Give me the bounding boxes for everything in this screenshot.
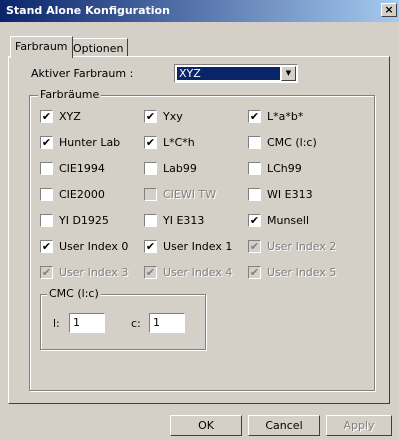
checkbox-box[interactable]: ✔ — [40, 136, 53, 149]
checkbox-label: Yxy — [163, 110, 183, 123]
checkbox-label: YI D1925 — [59, 214, 109, 227]
checkmark-icon: ✔ — [41, 240, 52, 253]
checkbox-label: User Index 2 — [267, 240, 337, 253]
checkbox-box[interactable]: ✔ — [144, 136, 157, 149]
checkmark-icon: ✔ — [249, 214, 260, 227]
tab-panel-farbraum: Aktiver Farbraum : XYZ ▼ Farbräume ✔ XYZ ✔… — [8, 56, 390, 404]
tab-label: Farbraum — [15, 40, 68, 53]
checkbox-box[interactable] — [248, 136, 261, 149]
title-bar: Stand Alone Konfiguration × — [0, 0, 399, 22]
checkbox-label: Lab99 — [163, 162, 197, 175]
chevron-down-icon[interactable]: ▼ — [281, 66, 296, 81]
checkbox-label: User Index 0 — [59, 240, 129, 253]
active-space-value: XYZ — [177, 67, 280, 80]
checkbox-box[interactable] — [40, 188, 53, 201]
checkbox-box: ✔ — [144, 266, 157, 279]
checkmark-icon: ✔ — [41, 136, 52, 149]
checkbox-label: WI E313 — [267, 188, 313, 201]
tab-farbraum[interactable]: Farbraum — [10, 36, 73, 58]
checkbox-box[interactable]: ✔ — [144, 240, 157, 253]
checkmark-icon: ✔ — [145, 110, 156, 123]
checkbox-label: LCh99 — [267, 162, 302, 175]
window-title: Stand Alone Konfiguration — [6, 4, 170, 17]
checkbox-box — [144, 188, 157, 201]
active-space-label: Aktiver Farbraum : — [31, 67, 134, 80]
checkmark-icon: ✔ — [249, 240, 260, 253]
checkbox-label: Munsell — [267, 214, 310, 227]
checkmark-icon: ✔ — [145, 136, 156, 149]
close-button[interactable]: × — [381, 3, 397, 17]
checkmark-icon: ✔ — [249, 110, 260, 123]
cmc-l-input[interactable]: 1 — [69, 313, 105, 333]
tab-label: Optionen — [73, 42, 124, 55]
ok-button[interactable]: OK — [170, 415, 242, 436]
checkbox-box[interactable]: ✔ — [144, 110, 157, 123]
close-icon: × — [384, 3, 394, 16]
cancel-button[interactable]: Cancel — [248, 415, 320, 436]
cmc-l-label: l: — [53, 317, 60, 330]
checkbox-label: L*C*h — [163, 136, 195, 149]
cmc-group: CMC (l:c) l: 1 c: 1 — [40, 287, 206, 350]
checkmark-icon: ✔ — [41, 266, 52, 279]
checkbox-label: CIE2000 — [59, 188, 105, 201]
cmc-c-input[interactable]: 1 — [149, 313, 185, 333]
checkbox-label: User Index 1 — [163, 240, 233, 253]
checkbox-box: ✔ — [248, 240, 261, 253]
checkmark-icon: ✔ — [145, 266, 156, 279]
checkbox-box[interactable] — [248, 162, 261, 175]
checkbox-box[interactable]: ✔ — [248, 110, 261, 123]
cmc-legend: CMC (l:c) — [47, 287, 101, 300]
checkbox-label: YI E313 — [163, 214, 205, 227]
checkbox-box[interactable] — [248, 188, 261, 201]
apply-button[interactable]: Apply — [326, 415, 392, 436]
checkmark-icon: ✔ — [145, 240, 156, 253]
checkbox-label: User Index 3 — [59, 266, 129, 279]
colorspaces-group: Farbräume ✔ XYZ ✔ Yxy ✔ L*a*b* ✔ Hunter Lab ✔ L*C… — [29, 88, 375, 391]
checkbox-label: XYZ — [59, 110, 81, 123]
checkbox-box[interactable] — [40, 214, 53, 227]
checkbox-label: CIE1994 — [59, 162, 105, 175]
checkbox-box[interactable]: ✔ — [40, 110, 53, 123]
checkbox-box: ✔ — [40, 266, 53, 279]
colorspaces-legend: Farbräume — [38, 88, 102, 101]
active-space-select[interactable]: XYZ ▼ — [174, 64, 298, 83]
checkbox-box[interactable] — [144, 162, 157, 175]
checkbox-box: ✔ — [248, 266, 261, 279]
tab-optionen[interactable]: Optionen — [68, 38, 129, 58]
checkbox-box[interactable]: ✔ — [40, 240, 53, 253]
checkbox-box[interactable]: ✔ — [248, 214, 261, 227]
cmc-c-label: c: — [131, 317, 141, 330]
checkbox-label: CMC (l:c) — [267, 136, 317, 149]
checkmark-icon: ✔ — [41, 110, 52, 123]
checkbox-box[interactable] — [40, 162, 53, 175]
checkmark-icon: ✔ — [249, 266, 260, 279]
checkbox-label: User Index 4 — [163, 266, 233, 279]
checkbox-label: User Index 5 — [267, 266, 337, 279]
checkbox-label: CIEWI TW — [163, 188, 217, 201]
checkbox-box[interactable] — [144, 214, 157, 227]
checkbox-label: L*a*b* — [267, 110, 304, 123]
checkbox-label: Hunter Lab — [59, 136, 121, 149]
